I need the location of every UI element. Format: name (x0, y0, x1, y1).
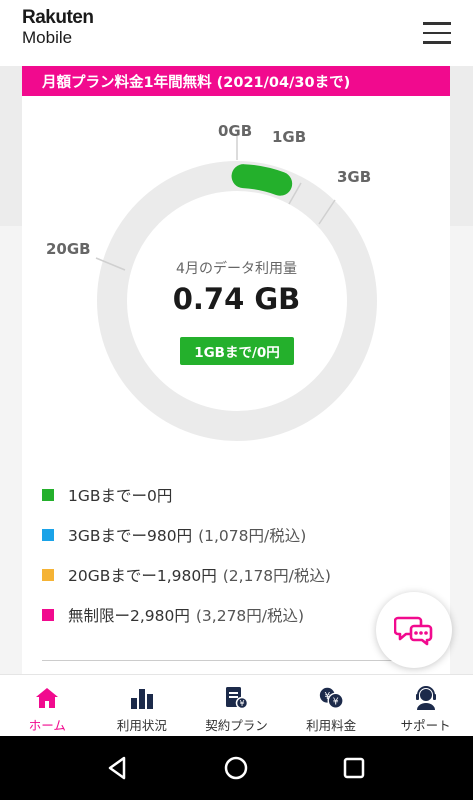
back-icon[interactable] (104, 754, 132, 782)
nav-label: 契約プラン (205, 718, 268, 733)
nav-label: サポート (400, 718, 451, 733)
recents-icon[interactable] (340, 754, 368, 782)
bar-chart-icon (129, 685, 155, 711)
ring-label-3gb: 3GB (337, 168, 372, 186)
legend-swatch-green (42, 489, 54, 501)
nav-usage[interactable]: 利用状況 (95, 675, 190, 736)
nav-support[interactable]: サポート (378, 675, 473, 736)
home-icon (34, 685, 60, 711)
contract-icon: ¥ (223, 685, 249, 711)
android-system-nav (0, 736, 473, 800)
legend-swatch-pink (42, 609, 54, 621)
nav-billing[interactable]: ¥ ¥ 利用料金 (284, 675, 379, 736)
nav-home[interactable]: ホーム (0, 675, 95, 736)
ring-label-1gb: 1GB (272, 128, 307, 146)
ring-label-20gb: 20GB (46, 240, 91, 258)
price-legend: 1GBまでー0円 3GBまでー980円 (1,078円/税込) 20GBまでー1… (42, 482, 422, 642)
svg-text:¥: ¥ (240, 699, 245, 708)
usage-value: 0.74 GB (172, 282, 301, 316)
nav-label: ホーム (28, 718, 66, 733)
nav-label: 利用状況 (116, 718, 167, 733)
legend-item: 20GBまでー1,980円 (2,178円/税込) (42, 562, 422, 588)
usage-caption: 4月のデータ利用量 (176, 261, 297, 277)
nav-label: 利用料金 (306, 718, 357, 733)
legend-note: (3,278円/税込) (195, 607, 305, 625)
bottom-navigation: ホーム 利用状況 ¥ 契約プラン ¥ ¥ 利用料金 サポート (0, 674, 473, 736)
ring-label-0gb: 0GB (218, 122, 253, 140)
legend-text: 20GBまでー1,980円 (68, 567, 217, 585)
usage-arc (231, 164, 293, 196)
legend-text: 無制限ー2,980円 (68, 607, 190, 625)
legend-item: 3GBまでー980円 (1,078円/税込) (42, 522, 422, 548)
legend-item: 1GBまでー0円 (42, 482, 422, 508)
legend-text: 3GBまでー980円 (68, 527, 193, 545)
chat-bubbles-icon (394, 616, 433, 646)
chat-support-button[interactable] (376, 592, 452, 668)
legend-item: 無制限ー2,980円 (3,278円/税込) (42, 602, 422, 628)
yen-coins-icon: ¥ ¥ (318, 685, 344, 711)
section-divider (42, 660, 430, 661)
legend-swatch-orange (42, 569, 54, 581)
usage-tier-badge: 1GBまで/0円 (180, 337, 294, 365)
headset-icon (413, 685, 439, 711)
legend-note: (2,178円/税込) (222, 567, 331, 585)
legend-text: 1GBまでー0円 (68, 487, 173, 505)
nav-contract-plan[interactable]: ¥ 契約プラン (189, 675, 284, 736)
home-circle-icon[interactable] (222, 754, 250, 782)
svg-text:¥: ¥ (333, 697, 339, 708)
legend-swatch-blue (42, 529, 54, 541)
legend-note: (1,078円/税込) (198, 527, 307, 545)
